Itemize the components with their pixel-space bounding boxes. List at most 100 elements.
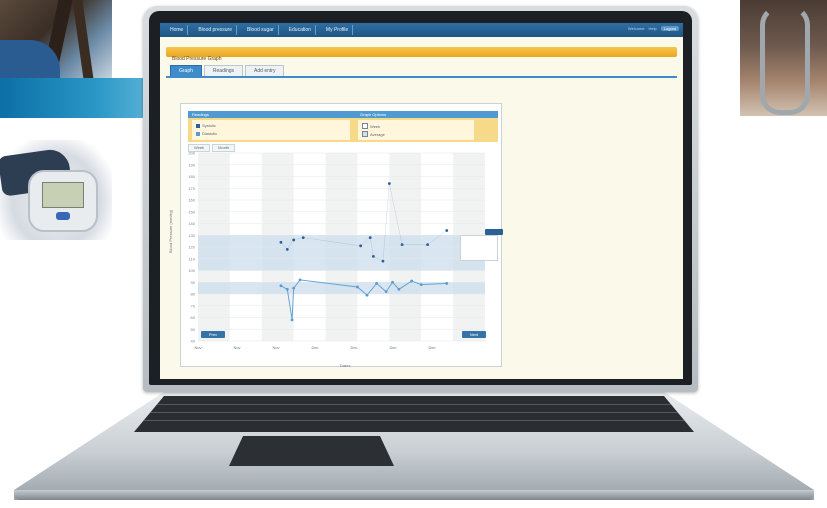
systolic-point <box>371 255 375 258</box>
option-week-label: Week <box>370 123 381 129</box>
diastolic-point <box>384 290 388 294</box>
y-tick-label: 110 <box>189 256 196 261</box>
tab-underline <box>166 76 677 78</box>
legend-header-left: Readings <box>192 112 209 117</box>
systolic-point <box>445 229 449 232</box>
nav-tab-home[interactable]: Home <box>166 25 189 35</box>
x-tick: Nov <box>233 345 241 350</box>
nav-tab-blood-sugar[interactable]: Blood sugar <box>243 25 279 35</box>
checkbox-icon[interactable] <box>362 123 368 129</box>
diastolic-point <box>419 283 423 286</box>
laptop-front-lip <box>14 490 814 500</box>
top-right-photo <box>740 0 827 116</box>
systolic-point <box>292 238 296 242</box>
y-tick-label: 140 <box>188 221 195 226</box>
systolic-point <box>368 236 372 239</box>
systolic-point <box>285 247 289 251</box>
nav-tab-profile[interactable]: My Profile <box>322 25 354 35</box>
y-tick-label: 150 <box>188 209 195 214</box>
x-tick: Dec <box>350 345 358 350</box>
nav-tab-blood-pressure[interactable]: Blood pressure <box>194 25 237 35</box>
y-tick-label: 40 <box>191 339 196 344</box>
systolic-point <box>387 182 391 185</box>
section-title: Blood Pressure Graph <box>172 56 222 62</box>
laptop-screen: Home Blood pressure Blood sugar Educatio… <box>160 23 683 379</box>
x-tick: Nov <box>194 345 202 350</box>
diastolic-point <box>285 287 289 291</box>
help-link[interactable]: Help <box>649 26 657 31</box>
bp-monitor-screen <box>42 182 84 208</box>
y-axis-title: Blood Pressure (mmHg) <box>168 210 173 253</box>
diastolic-point <box>298 278 302 282</box>
diastolic-point <box>292 286 296 290</box>
chair-leg-shape <box>72 0 94 80</box>
target-range-band <box>198 235 485 271</box>
diastolic-point <box>356 285 359 289</box>
diastolic-point <box>397 287 401 291</box>
legend-diastolic-label: Diastolic <box>202 131 218 136</box>
chart-svg: 40 50 60 70 80 90 100 110 120 130 140 150 160 170 180 1… <box>188 151 485 344</box>
legend-options: Week Average <box>358 120 474 140</box>
top-left-photo <box>0 0 112 80</box>
nav-user-links: Welcome Help Logout <box>628 26 679 31</box>
y-tick-label: 130 <box>188 233 195 238</box>
laptop-lid: Home Blood pressure Blood sugar Educatio… <box>143 6 698 392</box>
section-title-bar: Blood Pressure Graph <box>166 47 677 62</box>
systolic-point <box>381 259 385 263</box>
legend-body: Systolic Diastolic Week Average <box>188 118 498 142</box>
systolic-point <box>279 240 283 244</box>
diastolic-point <box>410 279 414 283</box>
bp-monitor <box>28 170 98 232</box>
next-button[interactable]: Next <box>462 331 486 338</box>
laptop-keyboard <box>134 396 694 432</box>
x-tick: Dec <box>428 345 436 350</box>
legend-systolic[interactable]: Systolic <box>196 123 216 128</box>
laptop-base <box>14 392 814 500</box>
y-tick-label: 120 <box>188 245 195 250</box>
y-tick-label: 100 <box>188 268 195 273</box>
nav-tab-education[interactable]: Education <box>285 25 316 35</box>
legend-diastolic[interactable]: Diastolic <box>196 131 217 136</box>
legend-systolic-label: Systolic <box>202 123 216 128</box>
laptop-touchpad <box>229 436 394 466</box>
systolic-marker-icon <box>196 123 200 128</box>
diastolic-point <box>365 293 369 297</box>
x-tick: Dec <box>311 345 319 350</box>
checkbox-icon[interactable] <box>362 131 368 137</box>
x-axis-title: Dates <box>340 363 351 368</box>
top-nav: Home Blood pressure Blood sugar Educatio… <box>160 23 683 37</box>
bp-monitor-photo <box>0 140 112 240</box>
prev-button[interactable]: Prev <box>201 331 225 338</box>
legend-readings: Systolic Diastolic <box>192 120 350 140</box>
systolic-point <box>400 243 404 247</box>
y-tick-label: 170 <box>188 186 195 191</box>
y-tick-label: 50 <box>191 327 196 332</box>
diastolic-point <box>279 284 283 288</box>
y-tick-label: 90 <box>191 280 196 285</box>
option-average-label: Average <box>370 131 385 137</box>
x-tick: Nov <box>272 345 280 350</box>
diastolic-point <box>445 282 449 285</box>
y-tick-label: 160 <box>188 198 195 203</box>
legend-header: Readings Graph Options <box>188 111 498 118</box>
x-tick: Dec <box>389 345 397 350</box>
diastolic-point <box>290 318 294 322</box>
logout-button[interactable]: Logout <box>660 26 679 31</box>
y-tick-label: 80 <box>191 292 196 297</box>
legend-header-right: Graph Options <box>360 112 387 117</box>
systolic-point <box>359 244 363 248</box>
stethoscope-shape <box>760 5 810 115</box>
bp-monitor-button <box>56 212 70 220</box>
reading-tooltip <box>460 235 498 261</box>
diastolic-marker-icon <box>196 131 200 136</box>
y-tick-label: 180 <box>188 174 195 179</box>
y-tick-label: 70 <box>191 303 196 308</box>
systolic-point <box>426 243 429 247</box>
blue-accent-band <box>0 78 160 118</box>
y-tick-label: 60 <box>191 315 196 320</box>
option-average[interactable]: Average <box>362 131 385 137</box>
laptop-bezel: Home Blood pressure Blood sugar Educatio… <box>149 11 692 385</box>
diastolic-point <box>375 282 378 285</box>
option-week[interactable]: Week <box>362 123 380 129</box>
y-tick-label: 190 <box>188 162 195 167</box>
